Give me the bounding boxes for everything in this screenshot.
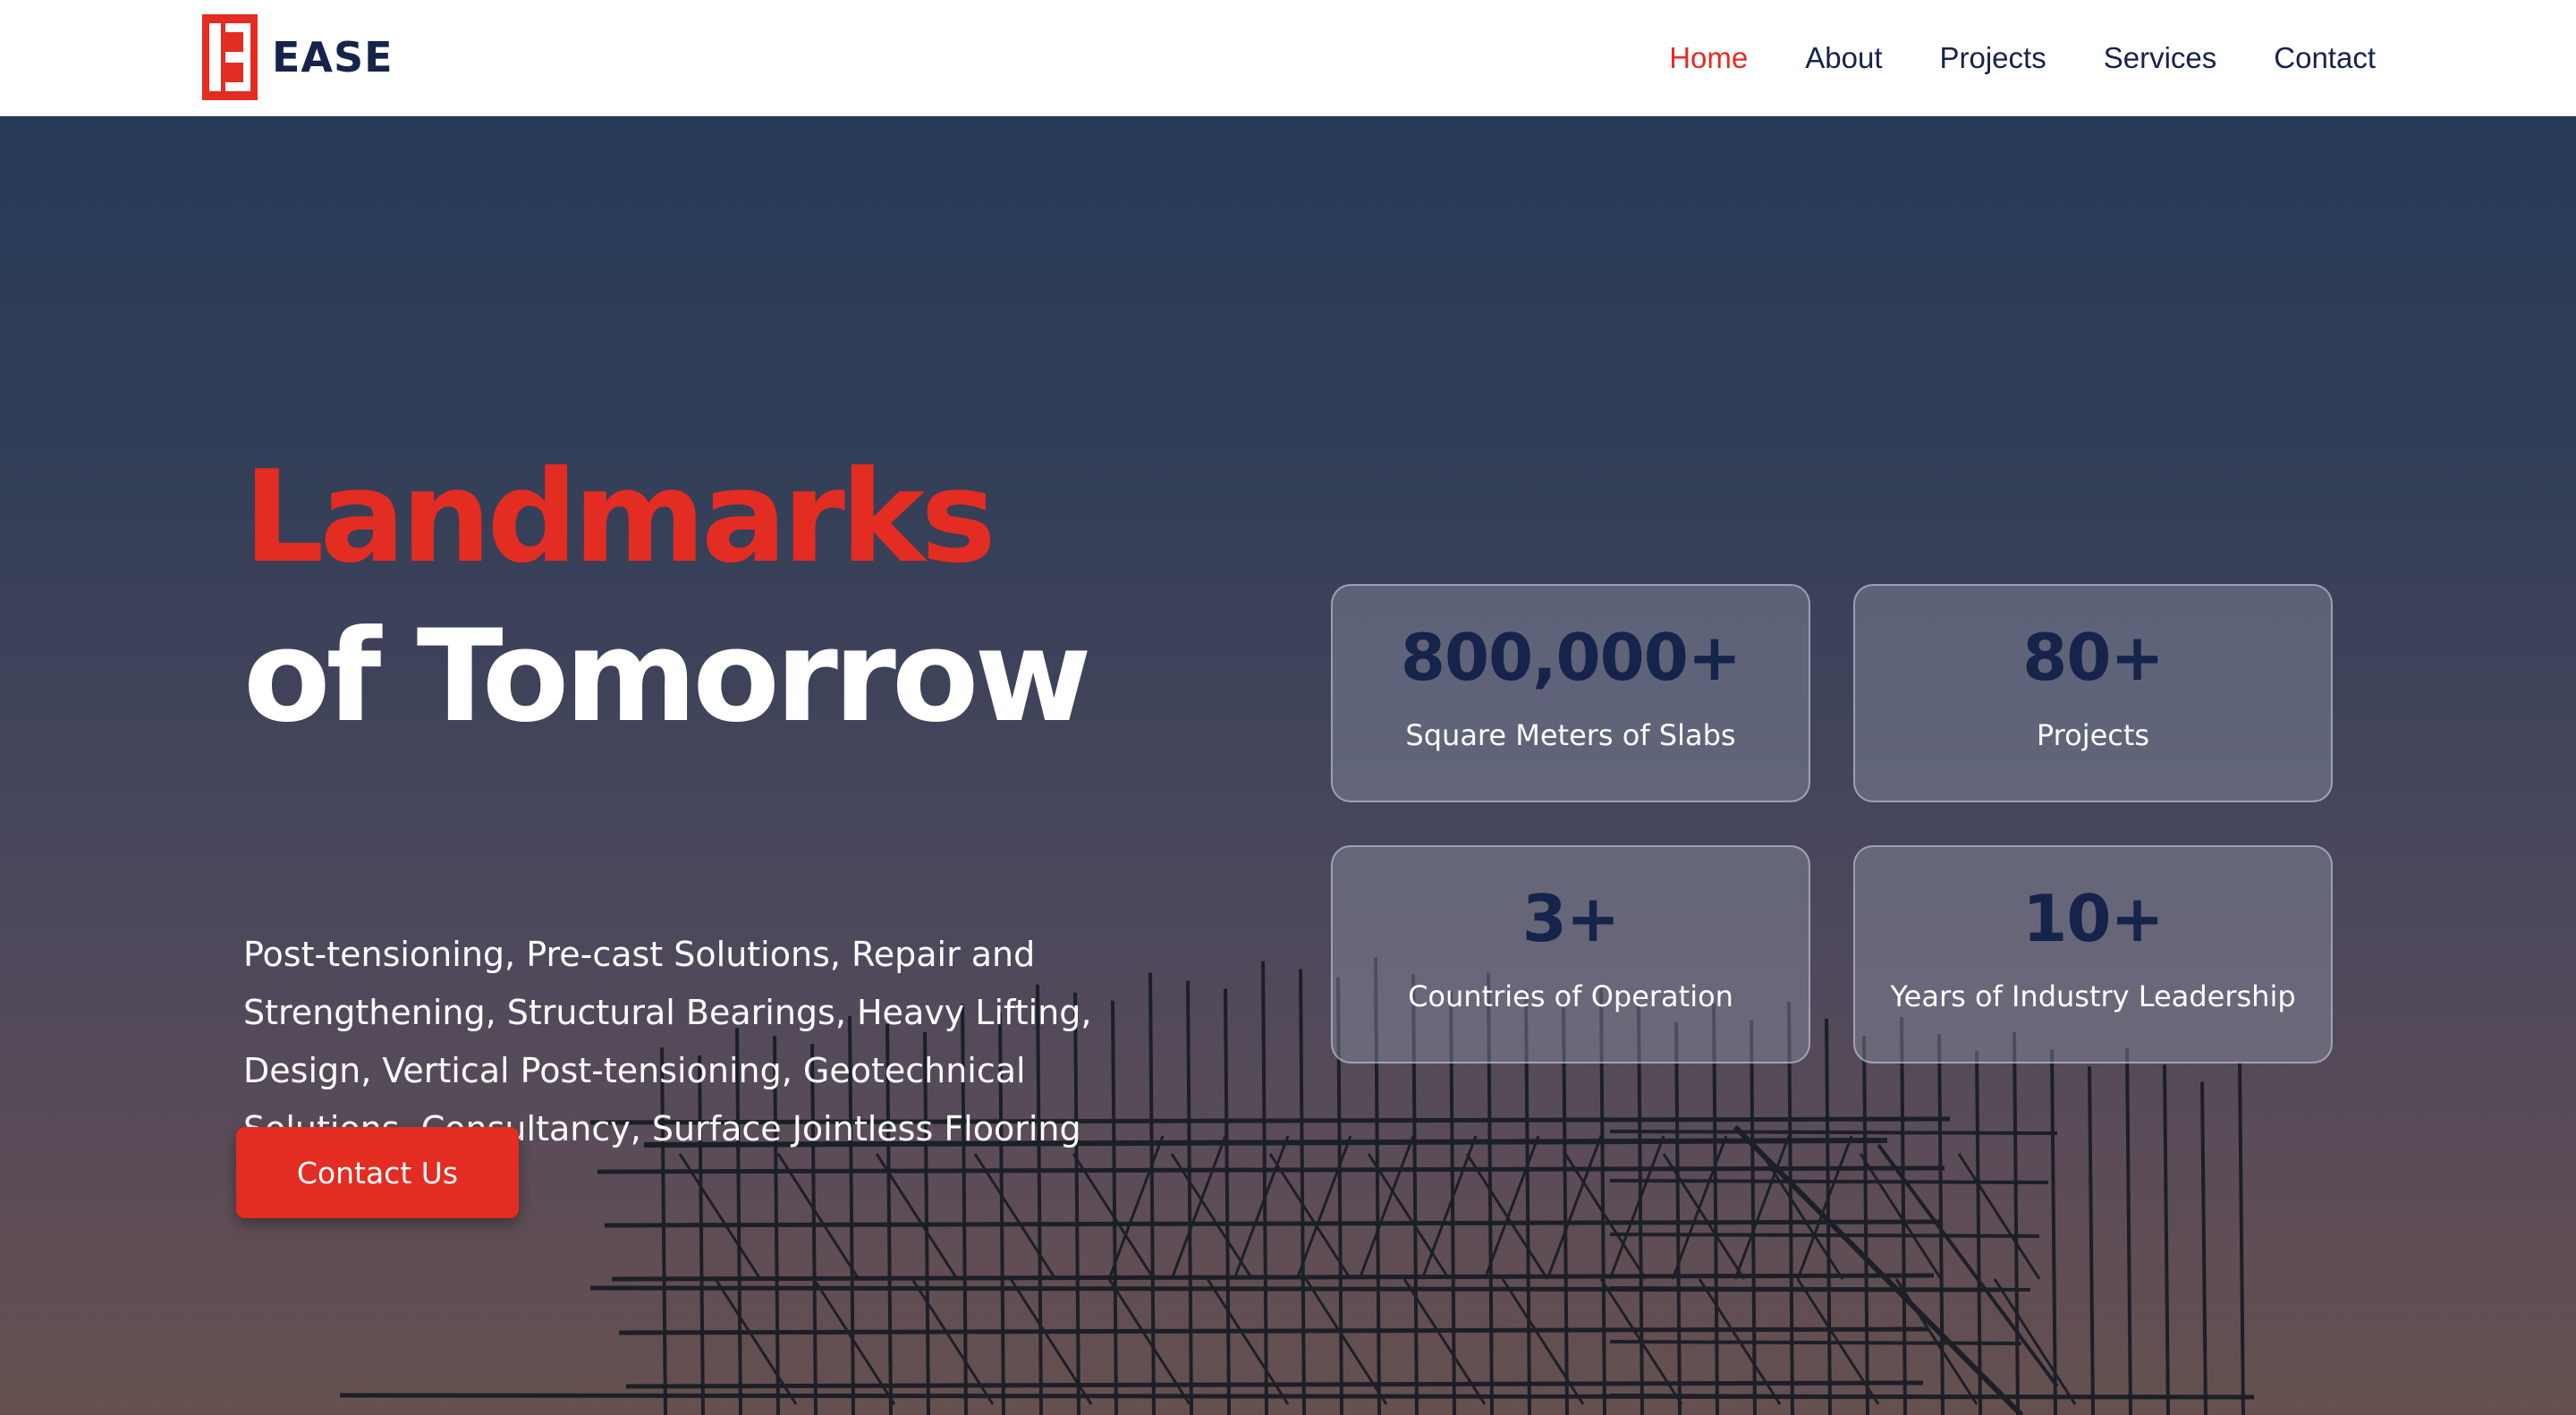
hero-section: Landmarks of Tomorrow Post-tensioning, P… xyxy=(0,116,2576,1415)
nav-item-about[interactable]: About xyxy=(1805,41,1882,75)
stat-label: Countries of Operation xyxy=(1408,979,1733,1013)
headline-line-2: of Tomorrow xyxy=(243,603,1092,750)
hero-headline: Landmarks of Tomorrow xyxy=(243,438,1092,757)
stat-label: Projects xyxy=(2036,718,2150,752)
main-nav: Home About Projects Services Contact xyxy=(1612,0,2376,116)
stat-value: 800,000+ xyxy=(1400,620,1741,695)
logo-text: EASE xyxy=(272,33,394,81)
stat-value: 3+ xyxy=(1521,881,1620,956)
nav-item-home[interactable]: Home xyxy=(1669,41,1748,75)
stat-label: Square Meters of Slabs xyxy=(1405,718,1736,752)
headline-line-1: Landmarks xyxy=(243,444,996,591)
hero-description: Post-tensioning, Pre-cast Solutions, Rep… xyxy=(243,935,1092,1148)
stat-card-slabs: 800,000+ Square Meters of Slabs xyxy=(1331,584,1810,802)
nav-item-contact[interactable]: Contact xyxy=(2274,41,2376,75)
logo-mark-icon xyxy=(202,14,258,100)
stat-value: 80+ xyxy=(2022,620,2165,695)
stat-label: Years of Industry Leadership xyxy=(1890,979,2296,1013)
contact-us-button[interactable]: Contact Us xyxy=(236,1127,519,1218)
nav-item-projects[interactable]: Projects xyxy=(1940,41,2046,75)
site-header: EASE Home About Projects Services Contac… xyxy=(0,0,2576,116)
stat-card-projects: 80+ Projects xyxy=(1853,584,2333,802)
logo[interactable]: EASE xyxy=(202,14,394,100)
stat-card-years: 10+ Years of Industry Leadership xyxy=(1853,845,2333,1063)
nav-item-services[interactable]: Services xyxy=(2104,41,2217,75)
stat-card-countries: 3+ Countries of Operation xyxy=(1331,845,1810,1063)
stat-value: 10+ xyxy=(2022,881,2165,956)
